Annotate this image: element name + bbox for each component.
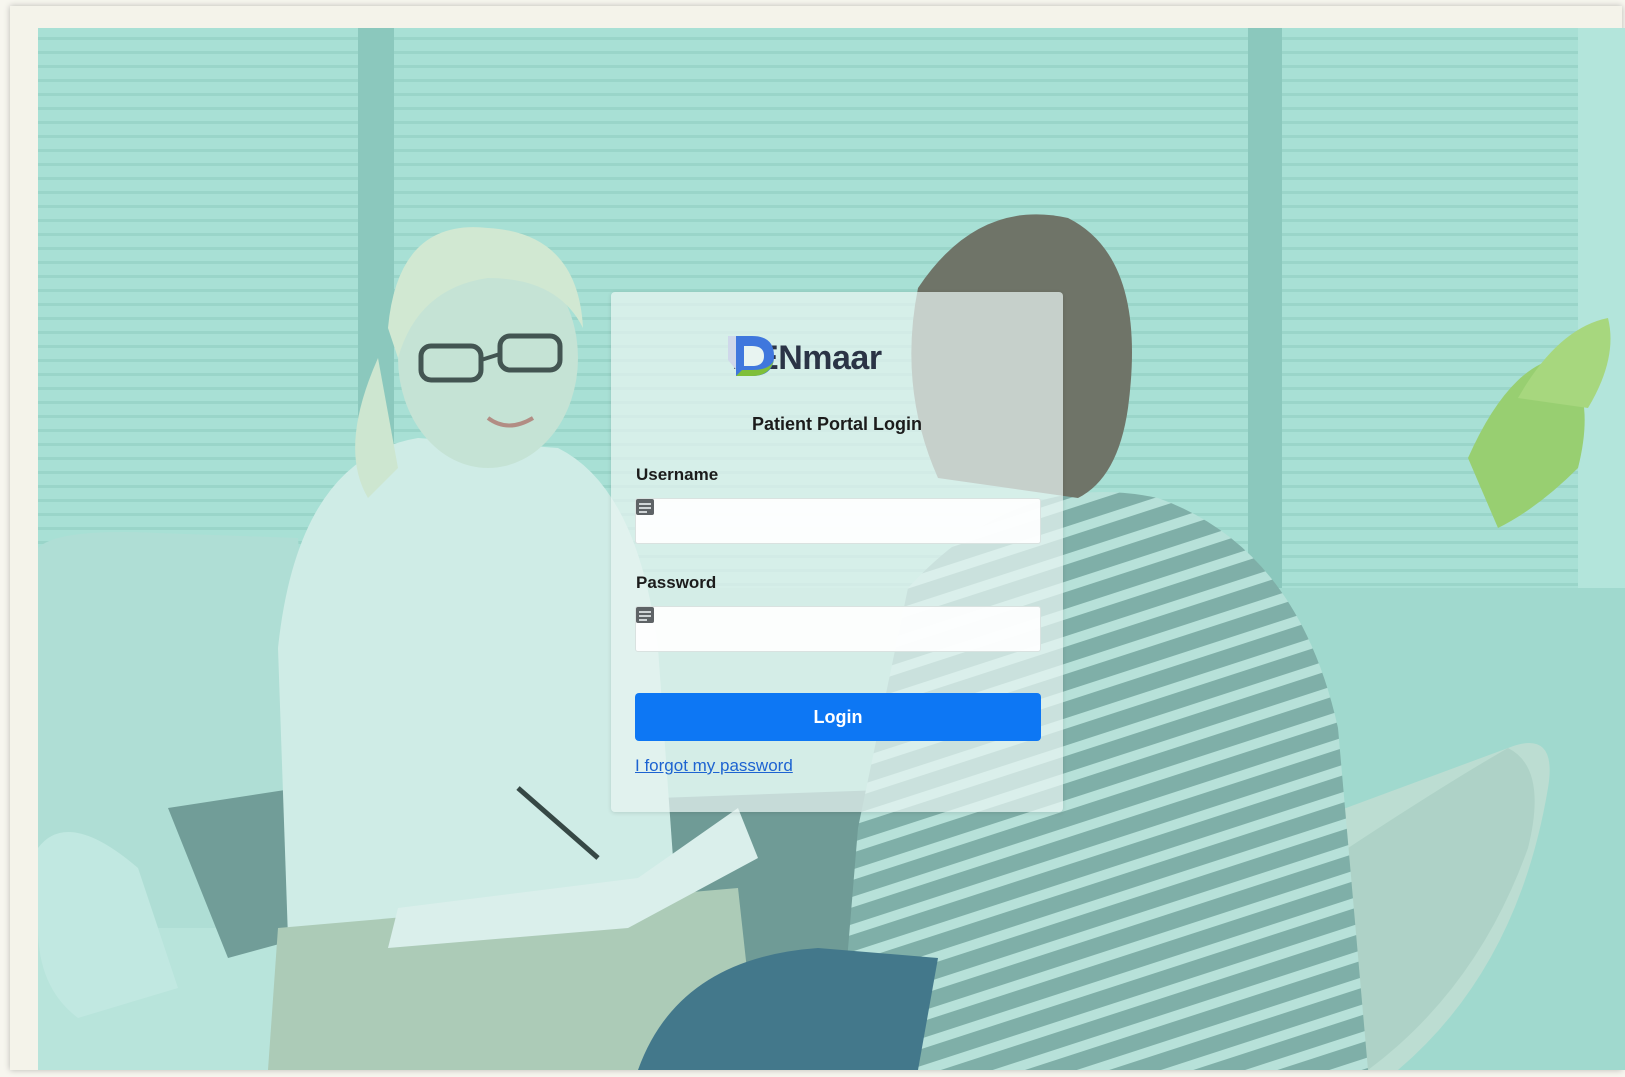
screenshot-frame: DENmaar Patient Portal Login Username Pa… — [10, 6, 1625, 1070]
username-input[interactable] — [636, 499, 1020, 541]
brand-logo: DENmaar — [726, 332, 956, 384]
password-input[interactable] — [636, 607, 1020, 649]
page-title: Patient Portal Login — [751, 414, 922, 434]
login-button[interactable]: Login — [635, 693, 1041, 741]
contact-card-icon[interactable] — [636, 499, 654, 515]
username-label: Username — [636, 465, 719, 484]
contact-card-icon[interactable] — [636, 607, 654, 623]
password-label: Password — [636, 573, 717, 592]
password-field-wrapper[interactable] — [635, 606, 1041, 652]
forgot-password-link[interactable]: I forgot my password — [635, 756, 793, 776]
username-field-wrapper[interactable] — [635, 498, 1041, 544]
login-card: DENmaar Patient Portal Login Username Pa… — [611, 292, 1063, 812]
denmaar-logo-icon — [728, 336, 774, 376]
background-photo: DENmaar Patient Portal Login Username Pa… — [38, 28, 1625, 1070]
